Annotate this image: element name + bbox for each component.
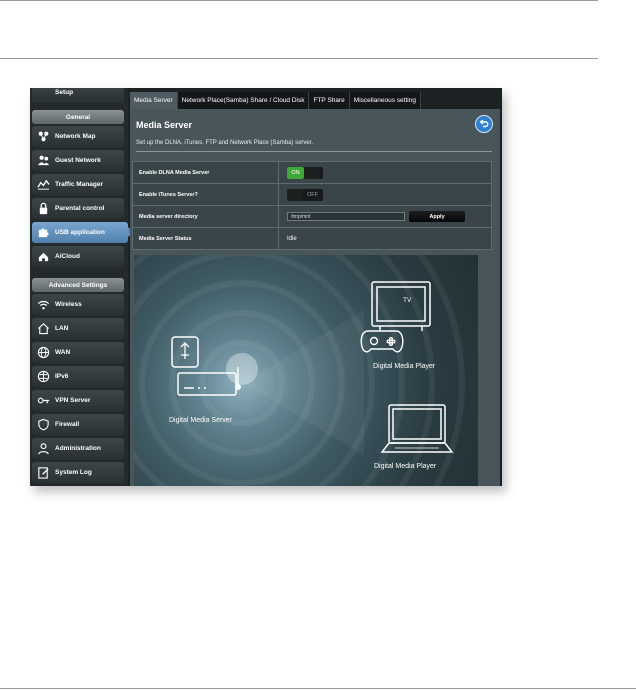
- sidebar-item-label: WAN: [55, 349, 71, 356]
- sidebar-item-wireless[interactable]: Wireless: [32, 294, 124, 315]
- sidebar-item-label: Traffic Manager: [55, 181, 104, 188]
- tab-network-place-samba[interactable]: Network Place(Samba) Share / Cloud Disk: [177, 92, 310, 109]
- wifi-icon: [37, 298, 50, 311]
- sidebar-item-label: Firewall: [55, 421, 80, 428]
- sidebar: Setup General Network Map Guest Network …: [30, 88, 134, 486]
- sidebar-item-wan[interactable]: WAN: [32, 342, 124, 363]
- status-value: Idle: [287, 235, 297, 242]
- advanced-settings-header: Advanced Settings: [32, 278, 124, 292]
- home-icon: [37, 322, 50, 335]
- sidebar-item-label: Administration: [55, 445, 101, 452]
- cloud-house-icon: [37, 250, 50, 263]
- vpn-icon: [37, 394, 50, 407]
- traffic-manager-icon: [37, 178, 50, 191]
- sidebar-item-label: USB application: [55, 229, 105, 236]
- sidebar-item-aicloud[interactable]: AiCloud: [32, 246, 124, 267]
- sidebar-item-vpn-server[interactable]: VPN Server: [32, 390, 124, 411]
- sidebar-item-label: Guest Network: [55, 157, 101, 164]
- back-button[interactable]: [475, 115, 493, 133]
- sidebar-item-label: AiCloud: [55, 253, 80, 260]
- main-panel: Media Server Set up the DLNA, iTunes, FT…: [130, 109, 500, 486]
- network-map-icon: [37, 130, 50, 143]
- top-rule: [0, 0, 598, 1]
- sidebar-item-setup[interactable]: Setup: [32, 88, 124, 103]
- sidebar-item-label: Wireless: [55, 301, 82, 308]
- tab-ftp-share[interactable]: FTP Share: [309, 92, 350, 109]
- sidebar-item-ipv6[interactable]: IPv6: [32, 366, 124, 387]
- page-title: Media Server: [136, 120, 193, 130]
- illustration-graphics: [134, 255, 465, 486]
- itunes-label: Enable iTunes Server?: [133, 184, 279, 205]
- status-label: Media Server Status: [133, 228, 279, 249]
- itunes-toggle[interactable]: OFF: [287, 188, 323, 201]
- tab-media-server[interactable]: Media Server: [130, 92, 178, 109]
- sidebar-item-label: System Log: [55, 469, 92, 476]
- general-header: General: [32, 110, 124, 124]
- lock-icon: [37, 202, 50, 215]
- shield-icon: [37, 418, 50, 431]
- settings-table: Enable DLNA Media Server ON Enable iTune…: [132, 161, 492, 250]
- title-divider: [136, 151, 492, 152]
- sidebar-item-administration[interactable]: Administration: [32, 438, 124, 459]
- sidebar-item-usb-application[interactable]: USB application: [32, 222, 134, 243]
- sidebar-item-system-log[interactable]: System Log: [32, 462, 124, 483]
- dlna-label: Enable DLNA Media Server: [133, 162, 279, 183]
- sidebar-item-label: VPN Server: [55, 397, 91, 404]
- back-arrow-icon: [479, 119, 489, 128]
- sidebar-item-label: LAN: [55, 325, 69, 332]
- toggle-knob: [287, 188, 303, 201]
- router-screenshot: Setup General Network Map Guest Network …: [30, 88, 502, 486]
- sidebar-item-label: Parental control: [55, 205, 105, 212]
- ipv6-globe-icon: [37, 370, 50, 383]
- sidebar-item-label: IPv6: [55, 373, 69, 380]
- media-directory-input[interactable]: /tmp/mnt: [287, 212, 405, 221]
- media-player-label-2: Digital Media Player: [374, 463, 437, 470]
- admin-user-icon: [37, 442, 50, 455]
- sidebar-item-parental-control[interactable]: Parental control: [32, 198, 124, 219]
- dlna-illustration: TV Digital Media Player Digital Media Se…: [134, 255, 478, 486]
- page-description: Set up the DLNA, iTunes, FTP and Network…: [136, 140, 314, 146]
- sidebar-item-label: Network Map: [55, 133, 96, 140]
- status-row: Media Server Status Idle: [132, 228, 492, 250]
- toggle-knob: [304, 166, 320, 179]
- directory-label: Media server directory: [133, 206, 279, 227]
- tab-miscellaneous[interactable]: Miscellaneous setting: [349, 92, 421, 109]
- sidebar-item-traffic-manager[interactable]: Traffic Manager: [32, 174, 124, 195]
- header-rule: [0, 58, 598, 59]
- tab-bar: Media Server Network Place(Samba) Share …: [130, 92, 421, 109]
- sidebar-item-guest-network[interactable]: Guest Network: [32, 150, 124, 171]
- tv-label: TV: [403, 297, 412, 304]
- toggle-on-label: ON: [287, 166, 304, 179]
- bottom-rule: [0, 688, 636, 689]
- apply-button[interactable]: Apply: [409, 211, 465, 222]
- dlna-toggle[interactable]: ON: [287, 166, 323, 179]
- sidebar-item-lan[interactable]: LAN: [32, 318, 124, 339]
- sidebar-item-firewall[interactable]: Firewall: [32, 414, 124, 435]
- setup-icon: [37, 88, 50, 99]
- itunes-row: Enable iTunes Server? OFF: [132, 184, 492, 206]
- toggle-off-label: OFF: [307, 191, 318, 198]
- directory-row: Media server directory /tmp/mnt Apply: [132, 206, 492, 228]
- media-player-label-1: Digital Media Player: [373, 363, 436, 370]
- dlna-row: Enable DLNA Media Server ON: [132, 161, 492, 184]
- log-icon: [37, 466, 50, 479]
- media-server-label: Digital Media Server: [169, 417, 233, 424]
- sidebar-item-network-map[interactable]: Network Map: [32, 126, 124, 147]
- guest-network-icon: [37, 154, 50, 167]
- sidebar-item-label: Setup: [55, 89, 74, 96]
- usb-puzzle-icon: [37, 226, 50, 239]
- globe-icon: [37, 346, 50, 359]
